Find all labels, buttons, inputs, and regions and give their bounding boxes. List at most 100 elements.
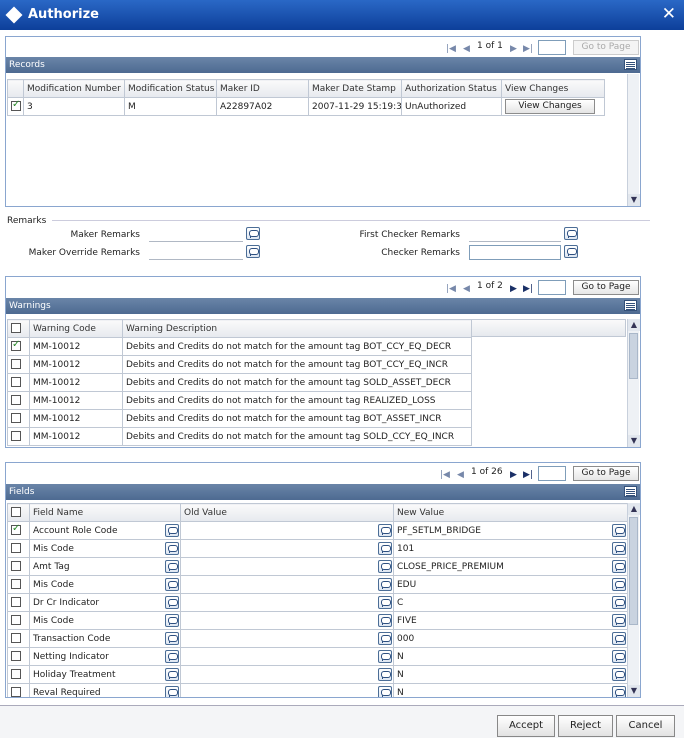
maker-remarks-field[interactable] xyxy=(149,227,243,242)
grid-settings-icon[interactable] xyxy=(624,300,637,311)
select-all-checkbox[interactable] xyxy=(11,507,21,518)
new-value-lookup-icon[interactable] xyxy=(612,596,626,609)
table-row[interactable]: Mis Code 101 xyxy=(7,539,627,558)
row-checkbox[interactable] xyxy=(11,431,21,442)
accept-button[interactable]: Accept xyxy=(497,715,555,737)
new-value-lookup-icon[interactable] xyxy=(612,686,626,697)
column-header[interactable]: Modification Status xyxy=(124,79,217,98)
row-checkbox[interactable] xyxy=(11,523,21,536)
grid-settings-icon[interactable] xyxy=(624,486,637,497)
scroll-up-icon[interactable]: ▲ xyxy=(628,319,640,331)
column-header[interactable]: Modification Number xyxy=(23,79,125,98)
new-value-lookup-icon[interactable] xyxy=(612,614,626,627)
page-number-input[interactable] xyxy=(538,40,566,55)
old-value-lookup-icon[interactable] xyxy=(378,596,392,609)
column-header[interactable]: Old Value xyxy=(180,503,394,522)
table-row[interactable]: MM-10012Debits and Credits do not match … xyxy=(7,409,472,428)
column-header[interactable]: Warning Code xyxy=(29,319,123,338)
table-row[interactable]: MM-10012Debits and Credits do not match … xyxy=(7,373,472,392)
row-checkbox[interactable] xyxy=(11,597,21,608)
old-value-lookup-icon[interactable] xyxy=(378,614,392,627)
table-row[interactable]: Holiday Treatment N xyxy=(7,665,627,684)
old-value-lookup-icon[interactable] xyxy=(378,578,392,591)
warnings-scrollbar[interactable]: ▲ ▼ xyxy=(627,319,640,447)
old-value-lookup-icon[interactable] xyxy=(378,542,392,555)
new-value-lookup-icon[interactable] xyxy=(612,650,626,663)
scroll-down-icon[interactable]: ▼ xyxy=(628,194,640,206)
new-value-lookup-icon[interactable] xyxy=(612,632,626,645)
scroll-up-icon[interactable]: ▲ xyxy=(628,503,640,515)
field-name-lookup-icon[interactable] xyxy=(165,578,179,591)
table-row[interactable]: 3 M A22897A02 2007-11-29 15:19:33 UnAuth… xyxy=(7,97,605,116)
column-header[interactable]: Maker Date Stamp xyxy=(308,79,402,98)
maker-override-remarks-lookup-icon[interactable] xyxy=(246,245,260,258)
row-checkbox[interactable] xyxy=(11,687,21,697)
view-changes-button[interactable]: View Changes xyxy=(505,99,595,114)
field-name-lookup-icon[interactable] xyxy=(165,524,179,537)
first-checker-remarks-lookup-icon[interactable] xyxy=(564,227,578,240)
first-page-icon[interactable]: |◀ xyxy=(446,284,456,294)
old-value-lookup-icon[interactable] xyxy=(378,524,392,537)
row-checkbox[interactable] xyxy=(11,561,21,572)
reject-button[interactable]: Reject xyxy=(558,715,613,737)
table-row[interactable]: Transaction Code 000 xyxy=(7,629,627,648)
cancel-button[interactable]: Cancel xyxy=(616,715,675,737)
checker-remarks-field[interactable] xyxy=(469,245,561,260)
row-checkbox[interactable] xyxy=(11,413,21,424)
records-scrollbar[interactable]: ▼ xyxy=(627,74,640,206)
last-page-icon[interactable]: ▶| xyxy=(523,284,533,294)
table-row[interactable]: Dr Cr Indicator C xyxy=(7,593,627,612)
field-name-lookup-icon[interactable] xyxy=(165,596,179,609)
checker-remarks-lookup-icon[interactable] xyxy=(564,245,578,258)
column-header[interactable]: View Changes xyxy=(501,79,605,98)
old-value-lookup-icon[interactable] xyxy=(378,686,392,697)
field-name-lookup-icon[interactable] xyxy=(165,614,179,627)
first-page-icon[interactable]: |◀ xyxy=(446,44,456,54)
field-name-lookup-icon[interactable] xyxy=(165,668,179,681)
table-row[interactable]: MM-10012Debits and Credits do not match … xyxy=(7,391,472,410)
field-name-lookup-icon[interactable] xyxy=(165,560,179,573)
table-row[interactable]: Account Role Code PF_SETLM_BRIDGE xyxy=(7,521,627,540)
go-to-page-button[interactable]: Go to Page xyxy=(573,40,639,55)
table-row[interactable]: Amt Tag CLOSE_PRICE_PREMIUM xyxy=(7,557,627,576)
next-page-icon[interactable]: ▶ xyxy=(510,470,517,480)
maker-override-remarks-field[interactable] xyxy=(149,245,243,260)
table-row[interactable]: MM-10012Debits and Credits do not match … xyxy=(7,337,472,356)
row-checkbox[interactable] xyxy=(11,651,21,662)
prev-page-icon[interactable]: ◀ xyxy=(463,284,470,294)
row-checkbox[interactable] xyxy=(11,339,21,352)
field-name-lookup-icon[interactable] xyxy=(165,650,179,663)
close-icon[interactable]: ✕ xyxy=(662,4,676,24)
row-checkbox[interactable] xyxy=(11,395,21,406)
fields-scrollbar[interactable]: ▲ ▼ xyxy=(627,503,640,697)
new-value-lookup-icon[interactable] xyxy=(612,524,626,537)
go-to-page-button[interactable]: Go to Page xyxy=(573,466,639,481)
scroll-down-icon[interactable]: ▼ xyxy=(628,685,640,697)
first-page-icon[interactable]: |◀ xyxy=(440,470,450,480)
table-row[interactable]: Mis Code EDU xyxy=(7,575,627,594)
column-header[interactable]: New Value xyxy=(393,503,627,522)
row-checkbox[interactable] xyxy=(11,615,21,626)
page-number-input[interactable] xyxy=(538,280,566,295)
row-checkbox[interactable] xyxy=(11,359,21,370)
row-checkbox[interactable] xyxy=(11,543,21,554)
row-checkbox[interactable] xyxy=(11,669,21,680)
last-page-icon[interactable]: ▶| xyxy=(523,470,533,480)
scroll-thumb[interactable] xyxy=(629,333,638,379)
column-header[interactable]: Authorization Status xyxy=(401,79,502,98)
grid-settings-icon[interactable] xyxy=(624,59,637,70)
column-header[interactable]: Maker ID xyxy=(216,79,309,98)
last-page-icon[interactable]: ▶| xyxy=(523,44,533,54)
scroll-down-icon[interactable]: ▼ xyxy=(628,435,640,447)
table-row[interactable]: Reval Required N xyxy=(7,683,627,697)
new-value-lookup-icon[interactable] xyxy=(612,560,626,573)
prev-page-icon[interactable]: ◀ xyxy=(457,470,464,480)
next-page-icon[interactable]: ▶ xyxy=(510,44,517,54)
next-page-icon[interactable]: ▶ xyxy=(510,284,517,294)
old-value-lookup-icon[interactable] xyxy=(378,668,392,681)
prev-page-icon[interactable]: ◀ xyxy=(463,44,470,54)
first-checker-remarks-field[interactable] xyxy=(469,227,561,242)
column-header[interactable]: Field Name xyxy=(29,503,181,522)
old-value-lookup-icon[interactable] xyxy=(378,650,392,663)
table-row[interactable]: MM-10012Debits and Credits do not match … xyxy=(7,427,472,446)
